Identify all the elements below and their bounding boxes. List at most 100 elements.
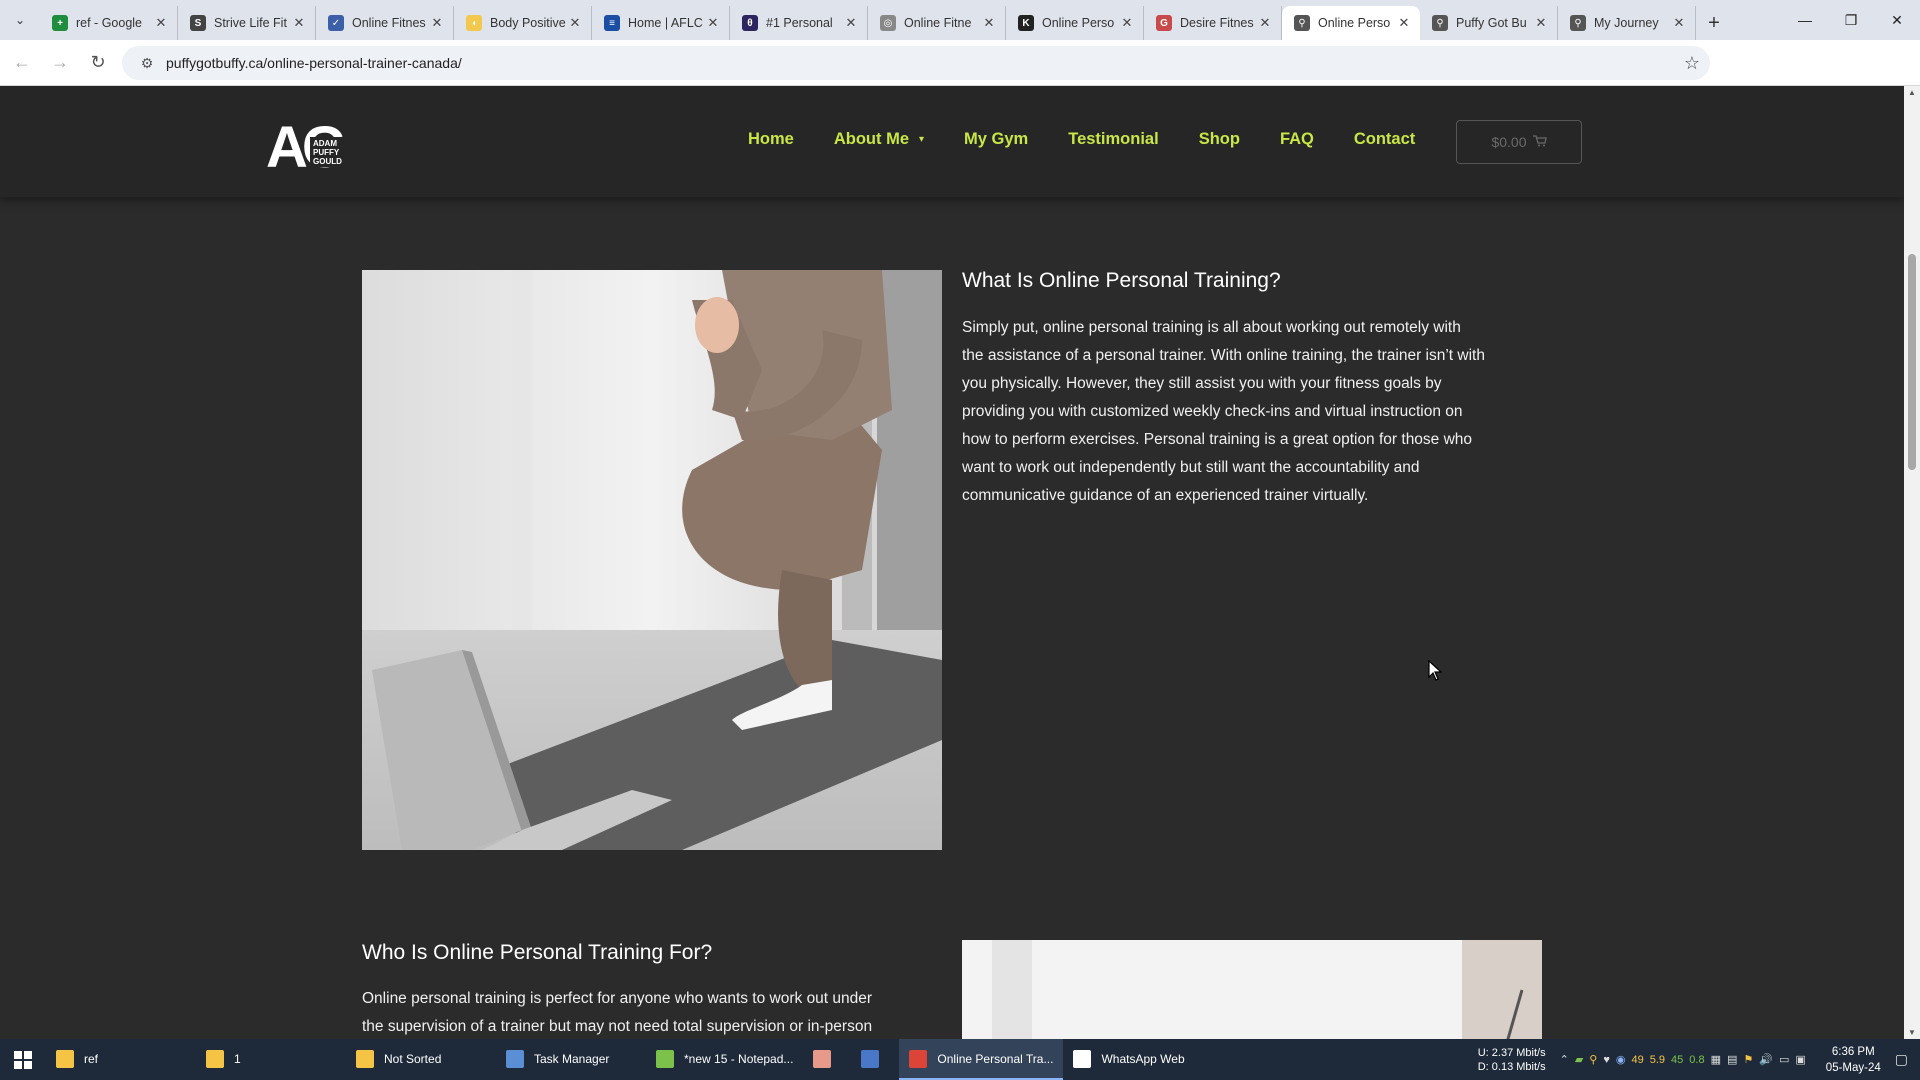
tab-title: Online Fitnes xyxy=(352,16,426,30)
taskbar-app[interactable]: ref xyxy=(46,1039,196,1080)
sys-value-3: 45 xyxy=(1671,1053,1684,1066)
nav-link[interactable]: About Me ▾ xyxy=(834,130,924,149)
browser-tab[interactable]: K Online Perso ✕ xyxy=(1006,6,1144,40)
nav-link[interactable]: Home xyxy=(748,130,794,149)
scrollbar-thumb[interactable] xyxy=(1908,254,1916,470)
battery-icon[interactable]: ▭ xyxy=(1779,1053,1789,1066)
nav-link[interactable]: Testimonial xyxy=(1068,130,1158,149)
browser-tab[interactable]: + ref - Google ✕ xyxy=(40,6,178,40)
tab-close-icon[interactable]: ✕ xyxy=(981,15,997,31)
net-up-label: U: xyxy=(1477,1046,1489,1059)
tab-close-icon[interactable]: ✕ xyxy=(843,15,859,31)
new-tab-button[interactable]: + xyxy=(1696,6,1732,40)
taskbar-app[interactable]: *new 15 - Notepad... xyxy=(646,1039,803,1080)
bookmark-star-icon[interactable]: ☆ xyxy=(1684,53,1700,74)
tray-flag-icon[interactable]: ⚑ xyxy=(1743,1053,1753,1066)
tab-close-icon[interactable]: ✕ xyxy=(1119,15,1135,31)
tab-title: #1 Personal xyxy=(766,16,833,30)
browser-tab[interactable]: ✓ Online Fitnes ✕ xyxy=(316,6,454,40)
browser-tab[interactable]: G Desire Fitnes ✕ xyxy=(1144,6,1282,40)
logo-line-3: GOULD xyxy=(313,157,342,166)
page-scrollbar[interactable]: ▲ ▼ xyxy=(1904,86,1920,1039)
taskbar-app-label: Not Sorted xyxy=(384,1051,442,1066)
nav-link-label: My Gym xyxy=(964,130,1029,148)
tray-globe-icon[interactable]: ◉ xyxy=(1616,1053,1626,1066)
tray-search-icon[interactable]: ⚲ xyxy=(1589,1053,1597,1066)
network-icon[interactable]: ▣ xyxy=(1795,1053,1805,1066)
section1-line: Simply put, online personal training is … xyxy=(962,319,1461,336)
forward-icon[interactable]: → xyxy=(44,47,76,79)
taskbar-app-label: *new 15 - Notepad... xyxy=(684,1051,794,1066)
restore-icon[interactable]: ❐ xyxy=(1828,0,1874,40)
scroll-up-icon[interactable]: ▲ xyxy=(1904,88,1920,97)
reload-icon[interactable]: ↻ xyxy=(82,47,114,79)
back-icon[interactable]: ← xyxy=(6,47,38,79)
tab-bar: ⌄ + ref - Google ✕ S Strive Life Fit ✕ ✓ Online… xyxy=(0,0,1920,40)
scroll-down-icon[interactable]: ▼ xyxy=(1904,1028,1920,1037)
tray-keyboard-icon[interactable]: ▦ xyxy=(1711,1053,1721,1066)
tab-title: Online Fitne xyxy=(904,16,972,30)
address-bar[interactable]: ⚙ puffygotbuffy.ca/online-personal-train… xyxy=(122,46,1710,80)
taskbar-app-icon xyxy=(506,1049,524,1068)
nav-link[interactable]: My Gym xyxy=(964,130,1028,149)
tray-app-icon[interactable]: ▰ xyxy=(1575,1053,1583,1066)
tab-close-icon[interactable]: ✕ xyxy=(1396,15,1412,31)
browser-tab[interactable]: S Strive Life Fit ✕ xyxy=(178,6,316,40)
tab-close-icon[interactable]: ✕ xyxy=(1671,15,1687,31)
browser-tab[interactable]: ◖ Body Positive ✕ xyxy=(454,6,592,40)
volume-icon[interactable]: 🔊 xyxy=(1759,1053,1773,1066)
tray-calendar-icon[interactable]: ▤ xyxy=(1727,1053,1737,1066)
site-info-icon[interactable]: ⚙ xyxy=(132,55,162,72)
notifications-icon[interactable]: ▢ xyxy=(1895,1051,1908,1068)
taskbar-app[interactable] xyxy=(803,1039,851,1080)
taskbar-app[interactable]: Task Manager xyxy=(496,1039,646,1080)
tab-close-icon[interactable]: ✕ xyxy=(291,15,307,31)
browser-tab[interactable]: ⚲ Puffy Got Bu ✕ xyxy=(1420,6,1558,40)
sys-value-1: 49 xyxy=(1631,1053,1644,1066)
section1-line: you physically. However, they still assi… xyxy=(962,375,1442,392)
taskbar-app[interactable]: 1 xyxy=(196,1039,346,1080)
windows-start-icon[interactable] xyxy=(0,1039,46,1080)
tab-title: Desire Fitnes xyxy=(1180,16,1254,30)
browser-tab[interactable]: ⚲ Online Perso ✕ xyxy=(1282,6,1420,40)
taskbar-clock[interactable]: 6:36 PM 05-May-24 xyxy=(1826,1044,1881,1076)
browser-toolbar: ← → ↻ ⚙ puffygotbuffy.ca/online-personal… xyxy=(0,40,1920,113)
show-hidden-icons[interactable]: ⌃ xyxy=(1560,1053,1569,1066)
nav-link[interactable]: Contact xyxy=(1354,130,1415,149)
nav-link[interactable]: FAQ xyxy=(1280,130,1314,149)
browser-tab[interactable]: ⚲ My Journey ✕ xyxy=(1558,6,1696,40)
taskbar-app[interactable]: WhatsApp Web xyxy=(1063,1039,1213,1080)
tab-favicon-icon: ✓ xyxy=(328,15,344,31)
nav-link-label: Contact xyxy=(1353,130,1416,148)
nav-link[interactable]: Shop xyxy=(1199,130,1240,149)
tab-title: ref - Google xyxy=(76,16,143,30)
taskbar-app[interactable] xyxy=(851,1039,899,1080)
tray-heart-icon[interactable]: ♥ xyxy=(1603,1054,1610,1066)
nav-link-label: Shop xyxy=(1198,130,1240,148)
minimize-icon[interactable]: — xyxy=(1782,0,1828,40)
chevron-down-icon[interactable]: ▾ xyxy=(919,134,924,145)
browser-tab[interactable]: ≡ Home | AFLC ✕ xyxy=(592,6,730,40)
close-window-icon[interactable]: ✕ xyxy=(1874,0,1920,40)
cart-total: $0.00 xyxy=(1491,134,1527,150)
site-logo[interactable]: AG ADAM PUFFY GOULD xyxy=(266,115,350,180)
browser-tab[interactable]: ◎ Online Fitne ✕ xyxy=(868,6,1006,40)
window-controls: — ❐ ✕ xyxy=(1782,0,1920,40)
system-tray: U: 2.37 Mbit/s D: 0.13 Mbit/s ⌃ ▰ ⚲ ♥ ◉ … xyxy=(1478,1039,1920,1080)
browser-tab[interactable]: θ #1 Personal ✕ xyxy=(730,6,868,40)
taskbar-app[interactable]: Online Personal Tra... xyxy=(899,1039,1064,1080)
squat-training-photo xyxy=(362,270,942,850)
tab-favicon-icon: + xyxy=(52,15,68,31)
tab-close-icon[interactable]: ✕ xyxy=(1533,15,1549,31)
tab-close-icon[interactable]: ✕ xyxy=(567,15,583,31)
tab-close-icon[interactable]: ✕ xyxy=(429,15,445,31)
tab-favicon-icon: ⚲ xyxy=(1294,15,1310,31)
taskbar-app[interactable]: Not Sorted xyxy=(346,1039,496,1080)
cart-icon xyxy=(1532,134,1547,150)
tab-close-icon[interactable]: ✕ xyxy=(1257,15,1273,31)
url-text[interactable]: puffygotbuffy.ca/online-personal-trainer… xyxy=(166,55,462,71)
tab-search-chevron-icon[interactable]: ⌄ xyxy=(0,0,40,40)
cart-button[interactable]: $0.00 xyxy=(1456,120,1582,164)
tab-close-icon[interactable]: ✕ xyxy=(705,15,721,31)
tab-close-icon[interactable]: ✕ xyxy=(153,15,169,31)
